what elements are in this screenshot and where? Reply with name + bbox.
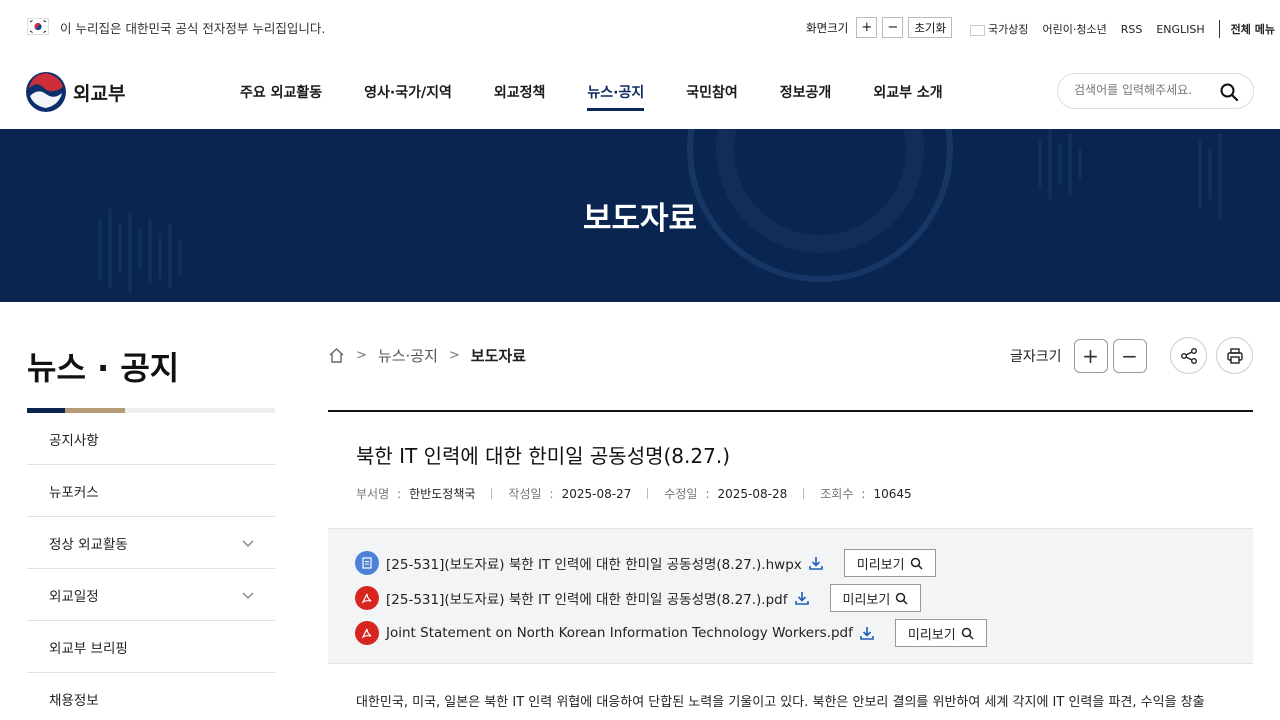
meta-view-count: 10645: [873, 486, 912, 501]
kids-link[interactable]: 어린이·청소년: [1042, 21, 1106, 37]
share-icon: [1180, 347, 1197, 364]
preview-button[interactable]: 미리보기: [829, 584, 922, 612]
nav-item-disclosure[interactable]: 정보공개: [780, 82, 832, 102]
preview-button[interactable]: 미리보기: [843, 549, 936, 577]
site-header: 외교부 주요 외교활동 영사·국가/지역 외교정책 뉴스·공지 국민참여 정보공…: [0, 54, 1280, 129]
nav-item-diplomacy[interactable]: 주요 외교활동: [240, 82, 322, 102]
font-decrease-button[interactable]: −: [1112, 339, 1147, 373]
sidebar-item-schedule[interactable]: 외교일정: [27, 569, 275, 621]
attachment-link[interactable]: [25-531](보도자료) 북한 IT 인력에 대한 한미일 공동성명(8.2…: [386, 588, 788, 608]
article-meta: 부서명: 한반도정책국 작성일:2025-08-27 수정일:2025-08-28…: [356, 486, 912, 502]
download-icon[interactable]: [808, 555, 824, 571]
gov-notice-text: 이 누리집은 대한민국 공식 전자정부 누리집입니다.: [60, 21, 326, 36]
home-icon[interactable]: [328, 347, 345, 364]
sidebar-item-notice[interactable]: 공지사항: [27, 413, 275, 465]
preview-button[interactable]: 미리보기: [894, 619, 987, 647]
sidebar-item-label: 외교일정: [49, 588, 99, 605]
page-title: 보도자료: [582, 201, 698, 237]
attachment-item: [25-531](보도자료) 북한 IT 인력에 대한 한미일 공동성명(8.2…: [355, 549, 936, 577]
nav-item-news[interactable]: 뉴스·공지: [587, 82, 644, 111]
attachment-item: Joint Statement on North Korean Informat…: [355, 619, 987, 647]
divider: [1218, 20, 1220, 38]
attachment-link[interactable]: Joint Statement on North Korean Informat…: [386, 625, 853, 641]
sidebar-title: 뉴스 · 공지: [27, 349, 180, 387]
search-icon: [910, 557, 923, 570]
sidebar-menu: 공지사항 뉴포커스 정상 외교활동 외교일정 외교부 브리핑 채용정보: [27, 413, 275, 720]
font-increase-button[interactable]: +: [1073, 339, 1108, 373]
breadcrumb-current: 보도자료: [470, 347, 526, 365]
site-logo[interactable]: 외교부: [26, 72, 125, 112]
korea-flag-icon: [970, 24, 985, 36]
screen-zoom-out-button[interactable]: −: [882, 17, 904, 38]
pdf-file-icon: [355, 621, 379, 645]
sidebar-item-label: 채용정보: [49, 692, 99, 709]
gov-banner: 이 누리집은 대한민국 공식 전자정부 누리집입니다. 화면크기 + − 초기화…: [0, 0, 1280, 54]
rss-link[interactable]: RSS: [1121, 23, 1143, 36]
font-size-controls: 글자크기 + −: [1010, 339, 1152, 373]
pdf-file-icon: [355, 586, 379, 610]
logo-text: 외교부: [73, 82, 126, 105]
hero-banner: 보도자료: [0, 129, 1280, 302]
chevron-right-icon: >: [448, 348, 460, 363]
english-link[interactable]: ENGLISH: [1156, 23, 1204, 36]
chevron-down-icon: [242, 591, 254, 599]
article-body: 대한민국, 미국, 일본은 북한 IT 인력 위협에 대응하여 단합된 노력을 …: [356, 695, 1205, 710]
screen-zoom-in-button[interactable]: +: [856, 17, 878, 38]
meta-key: 작성일: [508, 487, 542, 501]
screen-size-label: 화면크기: [806, 20, 849, 35]
meta-key: 조회수: [820, 487, 854, 501]
sidebar-item-newfocus[interactable]: 뉴포커스: [27, 465, 275, 517]
sidebar-item-label: 공지사항: [49, 432, 99, 449]
all-menu-link[interactable]: 전체 메뉴: [1231, 21, 1275, 37]
meta-key: 수정일: [664, 487, 698, 501]
download-icon[interactable]: [794, 590, 810, 606]
search-icon: [961, 627, 974, 640]
meta-modified-date: 2025-08-28: [717, 486, 788, 501]
meta-key: 부서명: [356, 487, 390, 501]
sidebar-item-briefing[interactable]: 외교부 브리핑: [27, 621, 275, 673]
attachment-link[interactable]: [25-531](보도자료) 북한 IT 인력에 대한 한미일 공동성명(8.2…: [386, 553, 802, 573]
sidebar-item-label: 외교부 브리핑: [49, 640, 128, 657]
screen-reset-button[interactable]: 초기화: [908, 17, 953, 38]
chevron-right-icon: >: [356, 348, 367, 363]
hwp-file-icon: [355, 551, 379, 575]
sidebar-item-jobs[interactable]: 채용정보: [27, 673, 275, 720]
breadcrumb: > 뉴스·공지 > 보도자료: [328, 345, 526, 366]
font-size-label: 글자크기: [1010, 349, 1062, 365]
meta-department: 한반도정책국: [409, 487, 476, 501]
attachment-list: [25-531](보도자료) 북한 IT 인력에 대한 한미일 공동성명(8.2…: [328, 528, 1253, 664]
search-icon: [896, 592, 908, 605]
sidebar-item-summit-diplomacy[interactable]: 정상 외교활동: [27, 517, 275, 569]
screen-size-controls: 화면크기 + − 초기화: [806, 17, 957, 38]
content-divider: [328, 410, 1253, 412]
utility-links: 국가상징 어린이·청소년 RSS ENGLISH 전체 메뉴: [970, 20, 1280, 38]
nav-item-policy[interactable]: 외교정책: [494, 82, 546, 102]
search-input[interactable]: [1074, 83, 1214, 97]
korea-flag-icon: [27, 18, 49, 35]
sidebar-item-label: 뉴포커스: [49, 484, 99, 501]
meta-created-date: 2025-08-27: [561, 486, 632, 501]
main-nav: 주요 외교활동 영사·국가/지역 외교정책 뉴스·공지 국민참여 정보공개 외교…: [240, 82, 985, 111]
nav-item-consular[interactable]: 영사·국가/지역: [364, 82, 452, 102]
national-symbol-link[interactable]: 국가상징: [970, 21, 1028, 37]
mofa-logo-icon: [26, 72, 66, 112]
print-icon: [1226, 347, 1243, 364]
attachment-item: [25-531](보도자료) 북한 IT 인력에 대한 한미일 공동성명(8.2…: [355, 584, 922, 612]
chevron-down-icon: [242, 539, 254, 547]
nav-item-participation[interactable]: 국민참여: [686, 82, 738, 102]
download-icon[interactable]: [859, 625, 875, 641]
search-icon[interactable]: [1219, 82, 1239, 102]
nav-item-about[interactable]: 외교부 소개: [873, 82, 942, 102]
breadcrumb-section[interactable]: 뉴스·공지: [378, 345, 438, 366]
article-title: 북한 IT 인력에 대한 한미일 공동성명(8.27.): [356, 444, 730, 468]
search-box: [1057, 73, 1254, 109]
print-button[interactable]: [1216, 337, 1253, 374]
share-button[interactable]: [1170, 337, 1207, 374]
sidebar-item-label: 정상 외교활동: [49, 536, 128, 553]
